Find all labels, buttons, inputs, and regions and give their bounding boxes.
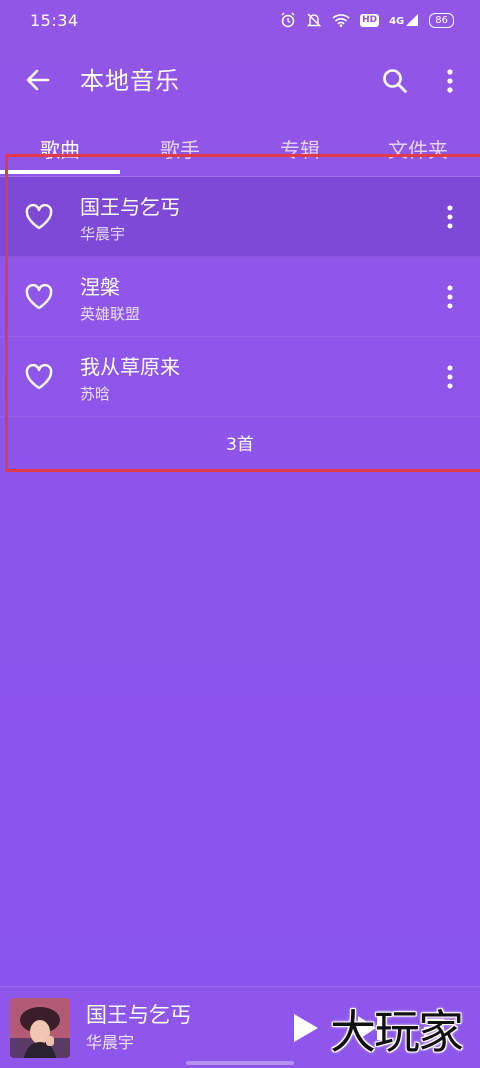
watermark: 大玩家 (330, 1005, 464, 1059)
back-button[interactable] (22, 64, 54, 96)
signal-icon: 4G (389, 13, 419, 27)
battery-icon: 86 (429, 12, 454, 28)
search-icon (383, 69, 407, 93)
status-icons: HD 4G 86 (280, 10, 454, 30)
now-playing-title: 国王与乞丐 (86, 1003, 191, 1027)
page-title: 本地音乐 (80, 67, 180, 95)
status-bar: 15:34 HD 4G 86 (0, 0, 480, 40)
search-button[interactable] (380, 66, 410, 96)
play-icon (294, 1014, 318, 1042)
play-button[interactable] (288, 1011, 322, 1045)
wifi-icon (332, 14, 350, 27)
highlight-box (5, 154, 480, 472)
network-type: 4G (389, 16, 405, 27)
alarm-icon (281, 12, 295, 28)
now-playing-artist: 华晨宇 (86, 1033, 135, 1052)
more-vertical-icon (447, 69, 453, 93)
mute-icon (306, 13, 322, 27)
hd-icon: HD (360, 13, 380, 27)
overflow-menu-button[interactable] (438, 66, 462, 96)
gesture-handle[interactable] (186, 1061, 294, 1065)
status-time: 15:34 (30, 11, 79, 30)
album-cover[interactable] (10, 998, 70, 1058)
back-arrow-icon (26, 69, 50, 91)
